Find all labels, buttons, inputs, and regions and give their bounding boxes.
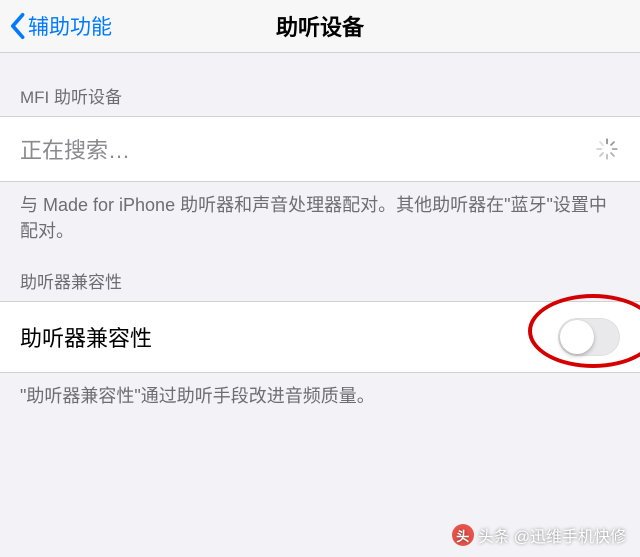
searching-label: 正在搜索… xyxy=(20,133,130,165)
watermark-prefix: 头条 xyxy=(478,523,510,547)
switch-knob xyxy=(560,320,594,354)
back-label: 辅助功能 xyxy=(28,11,112,41)
nav-bar: 辅助功能 助听设备 xyxy=(0,0,640,53)
compat-cell: 助听器兼容性 xyxy=(0,301,640,373)
section-footer-mfi: 与 Made for iPhone 助听器和声音处理器配对。其他助听器在"蓝牙"… xyxy=(0,182,640,244)
watermark-text: @迅维手机快修 xyxy=(514,523,626,547)
compat-switch[interactable] xyxy=(558,318,620,356)
section-footer-compat: "助听器兼容性"通过助听手段改进音频质量。 xyxy=(0,373,640,409)
watermark: 头 头条 @迅维手机快修 xyxy=(452,523,626,547)
spinner-icon xyxy=(594,136,620,162)
compat-label: 助听器兼容性 xyxy=(20,321,152,353)
section-header-compat: 助听器兼容性 xyxy=(0,244,640,301)
searching-cell: 正在搜索… xyxy=(0,116,640,182)
back-button[interactable]: 辅助功能 xyxy=(0,11,112,41)
section-header-mfi: MFI 助听设备 xyxy=(0,53,640,116)
watermark-logo-icon: 头 xyxy=(452,524,474,546)
chevron-left-icon xyxy=(8,12,26,40)
